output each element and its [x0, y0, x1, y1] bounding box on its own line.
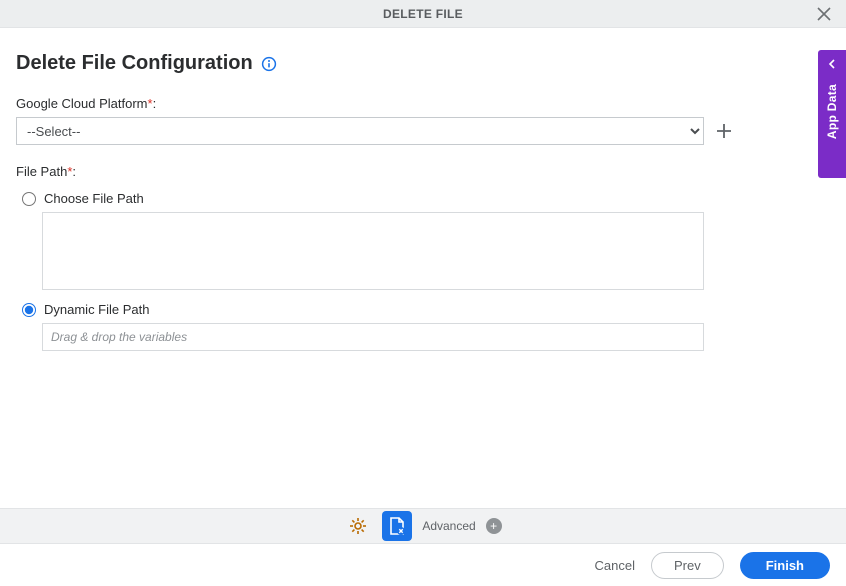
gear-icon[interactable]: [344, 512, 372, 540]
side-tab-label: App Data: [825, 84, 839, 139]
toolbar-strip: Advanced +: [0, 508, 846, 544]
dynamic-file-path-label[interactable]: Dynamic File Path: [44, 302, 149, 317]
file-path-label: File Path*:: [16, 164, 76, 179]
dialog-header: DELETE FILE: [0, 0, 846, 28]
finish-button[interactable]: Finish: [740, 552, 830, 579]
prev-button[interactable]: Prev: [651, 552, 724, 579]
choose-file-path-label[interactable]: Choose File Path: [44, 191, 144, 206]
page-title: Delete File Configuration: [16, 52, 253, 75]
gcp-label: Google Cloud Platform*:: [16, 96, 156, 111]
dynamic-file-path-input[interactable]: [42, 323, 704, 351]
dialog-body: Delete File Configuration Google Cloud P…: [0, 28, 846, 508]
advanced-add-button[interactable]: +: [486, 518, 502, 534]
close-icon[interactable]: [814, 4, 834, 24]
chevron-left-icon: [828, 58, 836, 72]
add-gcp-button[interactable]: [714, 121, 734, 141]
info-icon[interactable]: [261, 56, 277, 72]
file-delete-icon[interactable]: [382, 511, 412, 541]
choose-file-path-box[interactable]: [42, 212, 704, 290]
advanced-label: Advanced: [422, 519, 475, 533]
dialog-title: DELETE FILE: [383, 7, 463, 21]
dynamic-file-path-radio[interactable]: [22, 303, 36, 317]
cancel-button[interactable]: Cancel: [595, 558, 635, 573]
gcp-select[interactable]: --Select--: [16, 117, 704, 145]
dialog-footer: Cancel Prev Finish: [0, 544, 846, 586]
choose-file-path-radio[interactable]: [22, 192, 36, 206]
app-data-side-tab[interactable]: App Data: [818, 50, 846, 178]
